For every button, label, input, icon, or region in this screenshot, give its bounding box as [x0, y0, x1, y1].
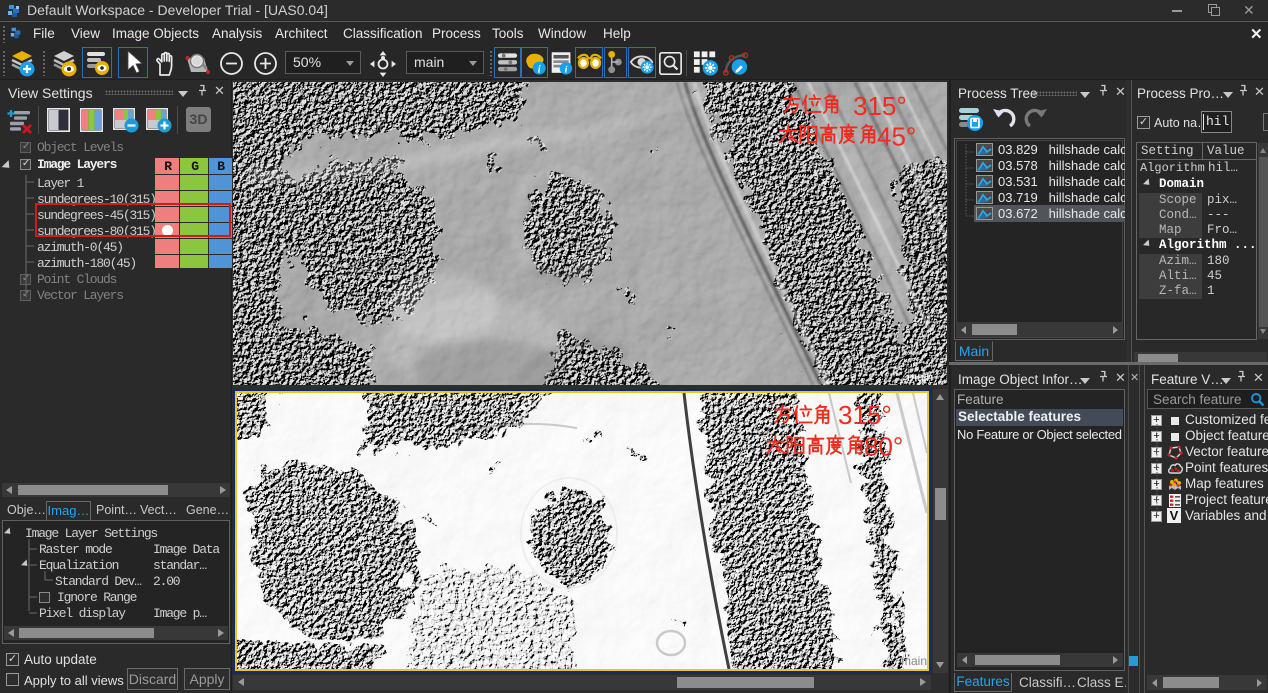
- svg-text:i: i: [565, 64, 568, 75]
- svg-text:315°: 315°: [838, 400, 892, 430]
- svg-text:i: i: [538, 64, 541, 75]
- svg-text:main: main: [901, 654, 927, 668]
- svg-text:80°: 80°: [864, 432, 903, 462]
- svg-text:main: main: [907, 370, 933, 384]
- svg-text:315°: 315°: [853, 91, 907, 121]
- svg-text:45°: 45°: [877, 122, 916, 152]
